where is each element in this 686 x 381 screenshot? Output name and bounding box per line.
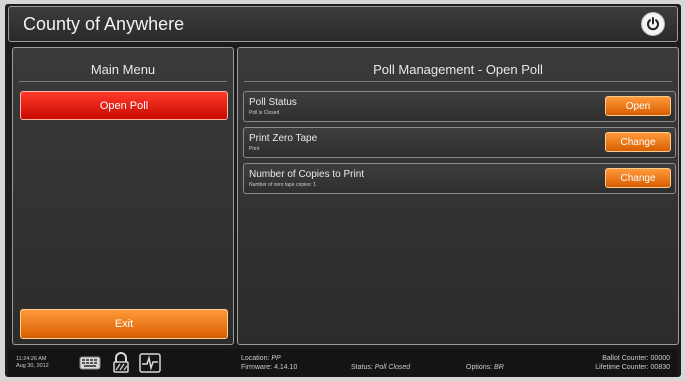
lock-icon bbox=[113, 352, 129, 373]
setting-row-title: Number of Copies to Print bbox=[249, 169, 365, 180]
app-title: County of Anywhere bbox=[23, 14, 185, 34]
main-menu-title: Main Menu bbox=[90, 62, 156, 77]
setting-row-title: Poll Status bbox=[249, 97, 297, 108]
open-poll-status-button[interactable]: Open bbox=[605, 96, 671, 116]
open-poll-button[interactable]: Open Poll bbox=[20, 91, 228, 120]
location-firmware: Location: PP Firmware: 4.14.10 bbox=[241, 354, 297, 372]
clock-time: 11:24:26 AM bbox=[16, 356, 47, 362]
lifetime-counter-label: Lifetime Counter: bbox=[595, 364, 649, 371]
setting-row-poll-status: Poll Status Poll is Closed Open bbox=[243, 91, 676, 122]
clock-date: Aug 30, 2012 bbox=[16, 363, 49, 369]
status-label: Status: bbox=[351, 364, 373, 371]
firmware-label: Firmware: bbox=[241, 364, 273, 371]
main-menu-divider bbox=[19, 81, 227, 82]
keyboard-icon bbox=[79, 356, 101, 370]
heartbeat-icon bbox=[139, 353, 161, 373]
location-label: Location: bbox=[241, 355, 270, 362]
change-print-zero-tape-button[interactable]: Change bbox=[605, 132, 671, 152]
setting-row-subtitle: Poll is Closed bbox=[249, 110, 280, 116]
main-menu-panel: Main Menu Open Poll Exit bbox=[12, 47, 234, 345]
options-value: BR bbox=[494, 364, 504, 371]
exit-button[interactable]: Exit bbox=[20, 309, 228, 339]
location-value: PP bbox=[271, 355, 281, 362]
counters: Ballot Counter: 00000 Lifetime Counter: … bbox=[595, 354, 670, 372]
setting-row-subtitle: Print bbox=[249, 146, 260, 152]
setting-row-subtitle: Number of zero tape copies: 1 bbox=[249, 182, 316, 188]
setting-row-print-zero-tape: Print Zero Tape Print Change bbox=[243, 127, 676, 158]
setting-row-title: Print Zero Tape bbox=[249, 133, 318, 144]
diagnostics-button[interactable] bbox=[138, 353, 162, 373]
lock-button[interactable] bbox=[110, 352, 132, 373]
ballot-counter-value: 00000 bbox=[650, 355, 670, 362]
poll-management-panel: Poll Management - Open Poll Poll Status … bbox=[237, 47, 679, 345]
poll-management-title: Poll Management - Open Poll bbox=[373, 62, 543, 77]
keyboard-button[interactable] bbox=[78, 353, 104, 373]
options-label: Options: bbox=[466, 364, 493, 371]
firmware-value: 4.14.10 bbox=[274, 364, 298, 371]
poll-management-divider bbox=[244, 81, 672, 82]
lifetime-counter-value: 00830 bbox=[650, 364, 670, 371]
poll-status-text: Status: Poll Closed bbox=[351, 364, 410, 371]
status-bar: 11:24:26 AM Aug 30, 2012 Location: PP Fi… bbox=[8, 349, 678, 377]
power-icon bbox=[647, 17, 659, 31]
power-button[interactable] bbox=[641, 12, 665, 36]
setting-row-number-of-copies: Number of Copies to Print Number of zero… bbox=[243, 163, 676, 194]
ballot-counter-label: Ballot Counter: bbox=[602, 355, 649, 362]
clock: 11:24:26 AM Aug 30, 2012 bbox=[16, 356, 49, 370]
title-bar: County of Anywhere bbox=[8, 6, 678, 42]
status-value: Poll Closed bbox=[374, 364, 411, 371]
options-text: Options: BR bbox=[466, 364, 504, 371]
change-number-of-copies-button[interactable]: Change bbox=[605, 168, 671, 188]
